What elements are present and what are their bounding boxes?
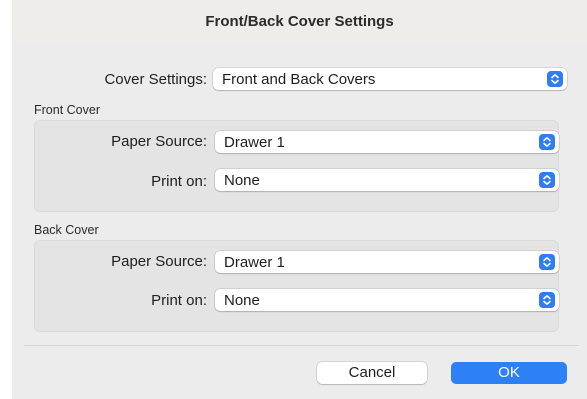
cover-settings-popup[interactable]: Front and Back Covers bbox=[213, 68, 567, 90]
ok-button[interactable]: OK bbox=[451, 362, 567, 384]
footer-divider bbox=[24, 345, 579, 346]
front-cover-section-label: Front Cover bbox=[34, 103, 100, 117]
cover-settings-label: Cover Settings: bbox=[104, 71, 207, 88]
front-cover-group: Paper Source: Drawer 1 Print on: None bbox=[34, 120, 559, 212]
front-print-on-popup[interactable]: None bbox=[215, 169, 559, 191]
front-print-on-value: None bbox=[224, 172, 260, 189]
chevron-up-down-icon bbox=[539, 134, 555, 150]
cover-settings-dialog: Front/Back Cover Settings Cover Settings… bbox=[12, 0, 587, 399]
chevron-up-down-icon bbox=[539, 172, 555, 188]
back-paper-source-label: Paper Source: bbox=[111, 253, 207, 270]
front-paper-source-value: Drawer 1 bbox=[224, 134, 285, 151]
cover-settings-value: Front and Back Covers bbox=[222, 71, 376, 88]
back-cover-group: Paper Source: Drawer 1 Print on: None bbox=[34, 240, 559, 332]
back-cover-section-label: Back Cover bbox=[34, 223, 99, 237]
back-print-on-value: None bbox=[224, 292, 260, 309]
chevron-up-down-icon bbox=[547, 71, 563, 87]
dialog-title: Front/Back Cover Settings bbox=[205, 13, 394, 30]
chevron-up-down-icon bbox=[539, 254, 555, 270]
title-bar: Front/Back Cover Settings bbox=[12, 0, 587, 44]
front-print-on-label: Print on: bbox=[151, 173, 207, 190]
chevron-up-down-icon bbox=[539, 292, 555, 308]
back-paper-source-value: Drawer 1 bbox=[224, 254, 285, 271]
front-paper-source-label: Paper Source: bbox=[111, 133, 207, 150]
back-print-on-popup[interactable]: None bbox=[215, 289, 559, 311]
cancel-button[interactable]: Cancel bbox=[317, 362, 427, 384]
back-paper-source-popup[interactable]: Drawer 1 bbox=[215, 251, 559, 273]
front-paper-source-popup[interactable]: Drawer 1 bbox=[215, 131, 559, 153]
back-print-on-label: Print on: bbox=[151, 292, 207, 309]
